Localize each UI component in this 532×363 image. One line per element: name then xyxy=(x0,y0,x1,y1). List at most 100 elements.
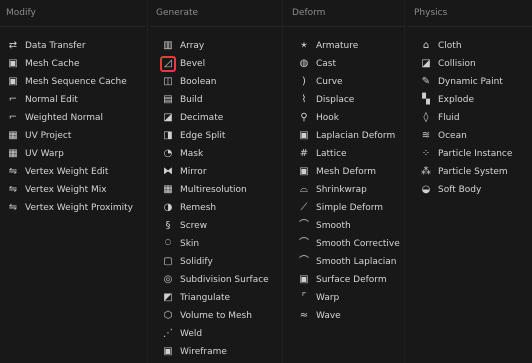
menu-item-shrinkwrap[interactable]: ⌓ Shrinkwrap xyxy=(286,181,406,199)
menu-item-wireframe[interactable]: ▣ Wireframe xyxy=(150,343,290,361)
normal-edit-icon: ⌐ xyxy=(8,94,18,105)
menu-item-mask[interactable]: ◔ Mask xyxy=(150,145,290,163)
surface-deform-icon: ▣ xyxy=(299,274,309,285)
column-divider xyxy=(147,0,148,363)
menu-item-skin[interactable]: ⍥ Skin xyxy=(150,235,290,253)
soft-body-icon: ◒ xyxy=(421,184,431,195)
shrinkwrap-icon: ⌓ xyxy=(300,184,308,195)
menu-item-decimate[interactable]: ◪ Decimate xyxy=(150,109,290,127)
mesh-sequence-cache-icon: ▣ xyxy=(8,76,18,87)
menu-item-soft-body[interactable]: ◒ Soft Body xyxy=(408,181,532,199)
menu-item-weighted-normal[interactable]: ⌐ Weighted Normal xyxy=(0,109,145,127)
menu-item-surface-deform[interactable]: ▣ Surface Deform xyxy=(286,271,406,289)
menu-item-edge-split[interactable]: ◨ Edge Split xyxy=(150,127,290,145)
menu-item-mirror[interactable]: ⧓ Mirror xyxy=(150,163,290,181)
cast-icon: ◍ xyxy=(299,58,309,69)
menu-item-ocean[interactable]: ≋ Ocean xyxy=(408,127,532,145)
menu-item-simple-deform[interactable]: ⟋ Simple Deform xyxy=(286,199,406,217)
triangulate-icon: ◩ xyxy=(163,292,173,303)
menu-item-smooth-corrective[interactable]: ⌒ Smooth Corrective xyxy=(286,235,406,253)
menu-item-screw[interactable]: § Screw xyxy=(150,217,290,235)
build-icon: ▤ xyxy=(163,94,173,105)
mask-icon: ◔ xyxy=(163,148,173,159)
weld-icon: ⋰ xyxy=(163,328,173,339)
menu-item-mesh-sequence-cache[interactable]: ▣ Mesh Sequence Cache xyxy=(0,73,145,91)
physics-column: Physics ⌂ Cloth ◪ Collision ✎ Dynamic Pa… xyxy=(408,0,532,363)
menu-item-laplacian-deform[interactable]: ▣ Laplacian Deform xyxy=(286,127,406,145)
menu-item-curve[interactable]: ) Curve xyxy=(286,73,406,91)
menu-item-smooth-laplacian[interactable]: ⌒ Smooth Laplacian xyxy=(286,253,406,271)
warp-icon: ⌜ xyxy=(301,292,307,303)
menu-item-fluid[interactable]: ◊ Fluid xyxy=(408,109,532,127)
menu-item-particle-instance[interactable]: ⁘ Particle Instance xyxy=(408,145,532,163)
screw-icon: § xyxy=(165,220,171,231)
menu-item-mesh-deform[interactable]: ▣ Mesh Deform xyxy=(286,163,406,181)
mesh-cache-icon: ▣ xyxy=(8,58,18,69)
menu-item-wave[interactable]: ≈ Wave xyxy=(286,307,406,325)
menu-item-vertex-weight-proximity[interactable]: ⇋ Vertex Weight Proximity xyxy=(0,199,145,217)
menu-item-build[interactable]: ▤ Build xyxy=(150,91,290,109)
menu-item-displace[interactable]: ⌇ Displace xyxy=(286,91,406,109)
menu-item-mesh-cache[interactable]: ▣ Mesh Cache xyxy=(0,55,145,73)
ocean-icon: ≋ xyxy=(421,130,431,141)
menu-item-particle-system[interactable]: ⁂ Particle System xyxy=(408,163,532,181)
array-icon: ▥ xyxy=(163,40,173,51)
menu-item-uv-project[interactable]: ▦ UV Project xyxy=(0,127,145,145)
menu-item-cloth[interactable]: ⌂ Cloth xyxy=(408,37,532,55)
deform-header: Deform xyxy=(286,0,406,27)
decimate-icon: ◪ xyxy=(163,112,173,123)
menu-item-cast[interactable]: ◍ Cast xyxy=(286,55,406,73)
modify-header: Modify xyxy=(0,0,145,27)
armature-icon: 🟉 xyxy=(300,40,308,51)
uv-project-icon: ▦ xyxy=(8,130,18,141)
menu-item-multiresolution[interactable]: ▦ Multiresolution xyxy=(150,181,290,199)
column-divider xyxy=(404,0,405,363)
menu-item-solidify[interactable]: ▢ Solidify xyxy=(150,253,290,271)
menu-item-uv-warp[interactable]: ▦ UV Warp xyxy=(0,145,145,163)
fluid-icon: ◊ xyxy=(423,112,429,123)
generate-header: Generate xyxy=(150,0,290,27)
menu-item-armature[interactable]: 🟉 Armature xyxy=(286,37,406,55)
menu-item-collision[interactable]: ◪ Collision xyxy=(408,55,532,73)
generate-column: Generate ▥ Array ◿ Bevel ◫ Boolean ▤ Bui… xyxy=(150,0,290,363)
menu-item-smooth[interactable]: ⌒ Smooth xyxy=(286,217,406,235)
hook-icon: ⚲ xyxy=(300,112,308,123)
menu-item-explode[interactable]: ▚ Explode xyxy=(408,91,532,109)
menu-item-normal-edit[interactable]: ⌐ Normal Edit xyxy=(0,91,145,109)
vertex-weight-mix-icon: ⇋ xyxy=(8,184,18,195)
menu-item-triangulate[interactable]: ◩ Triangulate xyxy=(150,289,290,307)
menu-item-vertex-weight-mix[interactable]: ⇋ Vertex Weight Mix xyxy=(0,181,145,199)
weighted-normal-icon: ⌐ xyxy=(8,112,18,123)
explode-icon: ▚ xyxy=(422,94,430,105)
data-transfer-icon: ⇄ xyxy=(8,40,18,51)
dynamic-paint-icon: ✎ xyxy=(421,76,431,87)
multiresolution-icon: ▦ xyxy=(163,184,173,195)
edge-split-icon: ◨ xyxy=(163,130,173,141)
smooth-icon: ⌒ xyxy=(299,220,309,231)
bevel-icon: ◿ xyxy=(160,56,176,72)
particle-system-icon: ⁂ xyxy=(421,166,431,177)
wave-icon: ≈ xyxy=(299,310,309,321)
solidify-icon: ▢ xyxy=(163,256,173,267)
uv-warp-icon: ▦ xyxy=(8,148,18,159)
menu-item-dynamic-paint[interactable]: ✎ Dynamic Paint xyxy=(408,73,532,91)
mesh-deform-icon: ▣ xyxy=(299,166,309,177)
menu-item-remesh[interactable]: ◑ Remesh xyxy=(150,199,290,217)
menu-item-bevel[interactable]: ◿ Bevel xyxy=(150,55,290,73)
menu-item-warp[interactable]: ⌜ Warp xyxy=(286,289,406,307)
displace-icon: ⌇ xyxy=(301,94,307,105)
menu-item-lattice[interactable]: # Lattice xyxy=(286,145,406,163)
menu-item-data-transfer[interactable]: ⇄ Data Transfer xyxy=(0,37,145,55)
vertex-weight-proximity-icon: ⇋ xyxy=(8,202,18,213)
menu-item-vertex-weight-edit[interactable]: ⇋ Vertex Weight Edit xyxy=(0,163,145,181)
menu-item-boolean[interactable]: ◫ Boolean xyxy=(150,73,290,91)
add-modifier-menu: Modify ⇄ Data Transfer ▣ Mesh Cache ▣ Me… xyxy=(0,0,532,363)
menu-item-volume-to-mesh[interactable]: ⬡ Volume to Mesh xyxy=(150,307,290,325)
wireframe-icon: ▣ xyxy=(163,346,173,357)
menu-item-weld[interactable]: ⋰ Weld xyxy=(150,325,290,343)
smooth-laplacian-icon: ⌒ xyxy=(299,256,309,267)
menu-item-hook[interactable]: ⚲ Hook xyxy=(286,109,406,127)
menu-item-array[interactable]: ▥ Array xyxy=(150,37,290,55)
subdivision-surface-icon: ◎ xyxy=(163,274,173,285)
menu-item-subdivision-surface[interactable]: ◎ Subdivision Surface xyxy=(150,271,290,289)
